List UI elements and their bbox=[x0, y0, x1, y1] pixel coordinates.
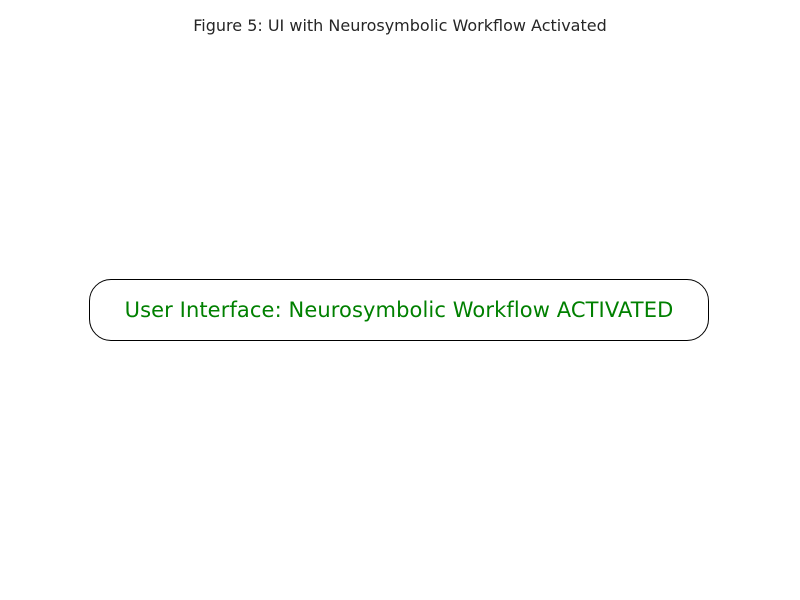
workflow-status-text: User Interface: Neurosymbolic Workflow A… bbox=[124, 298, 674, 322]
workflow-status-box: User Interface: Neurosymbolic Workflow A… bbox=[89, 279, 709, 341]
figure-title: Figure 5: UI with Neurosymbolic Workflow… bbox=[193, 16, 607, 35]
